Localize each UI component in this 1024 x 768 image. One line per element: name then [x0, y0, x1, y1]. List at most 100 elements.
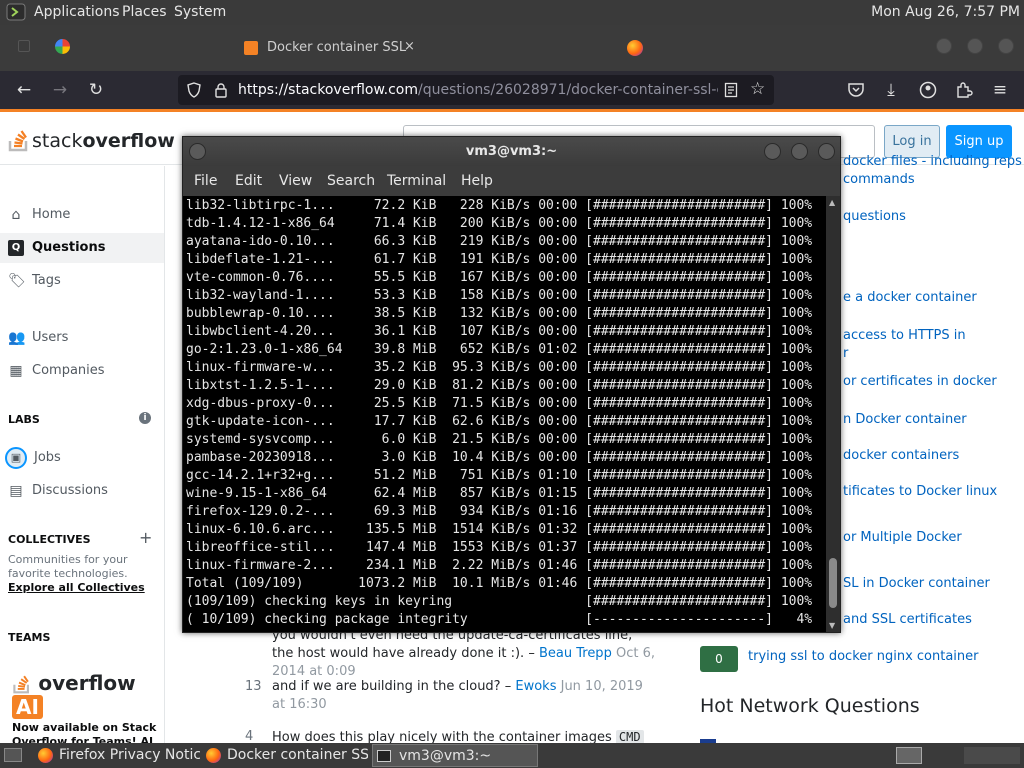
system-menu[interactable]: System [174, 4, 226, 20]
bookmark-star-icon[interactable]: ☆ [750, 79, 765, 99]
nav-companies[interactable]: ▦ Companies [0, 356, 164, 386]
related-link[interactable]: e a docker container [843, 289, 977, 307]
menu-file[interactable]: File [194, 173, 217, 189]
distro-logo-icon[interactable] [6, 3, 26, 21]
places-menu[interactable]: Places [122, 4, 167, 20]
related-link[interactable]: r [843, 345, 848, 363]
window-close-button[interactable] [998, 38, 1014, 54]
window-maximize-button[interactable] [967, 38, 983, 54]
comment-body: you wouldn't even need the update-ca-cer… [272, 627, 657, 681]
applications-menu[interactable]: Applications [34, 4, 120, 20]
clock[interactable]: Mon Aug 26, 7:57 PM [871, 4, 1020, 20]
lock-icon[interactable] [214, 82, 228, 98]
workspace-switcher-empty[interactable] [964, 747, 1020, 764]
briefcase-icon: ▣ [5, 447, 27, 469]
shield-icon[interactable] [186, 82, 202, 98]
left-sidebar: ⌂ Home Q Questions 🏷 Tags 👥 Users ▦ Companies… [0, 166, 165, 743]
labs-heading: LABS [8, 413, 40, 426]
show-desktop-icon[interactable] [4, 748, 22, 762]
terminal-menu-button[interactable] [189, 143, 206, 160]
reload-icon[interactable]: ↻ [86, 80, 106, 100]
url-text[interactable]: https://stackoverflow.com/questions/2602… [238, 82, 718, 98]
add-collective-icon[interactable]: + [139, 528, 152, 547]
comment-text: and if we are building in the cloud? – [272, 679, 512, 694]
hamburger-menu-icon[interactable]: ≡ [990, 80, 1010, 100]
scroll-up-icon[interactable]: ▲ [829, 198, 835, 207]
terminal-scrollbar[interactable]: ▲ ▼ [826, 196, 840, 632]
nav-jobs[interactable]: ▣ Jobs [0, 443, 164, 473]
related-link[interactable]: docker files - including reps [843, 153, 1022, 171]
window-minimize-button[interactable] [936, 38, 952, 54]
related-link[interactable]: or Multiple Docker [843, 529, 962, 547]
stackoverflow-logo[interactable]: stackoverflow [8, 126, 175, 152]
taskbar-firefox-privacy[interactable]: Firefox Privacy Notic... [38, 744, 200, 767]
related-link[interactable]: SL in Docker container [843, 575, 990, 593]
nav-tags[interactable]: 🏷 Tags [0, 266, 164, 296]
related-link[interactable]: access to HTTPS in [843, 327, 966, 345]
taskbar-docker-container[interactable]: Docker container SS... [206, 744, 368, 767]
terminal-line: xdg-dbus-proxy-0... 25.5 KiB 71.5 KiB/s … [186, 396, 813, 411]
menu-terminal[interactable]: Terminal [387, 173, 446, 189]
terminal-titlebar[interactable]: vm3@vm3:~ [183, 137, 840, 166]
comment-body: and if we are building in the cloud? – E… [272, 678, 657, 714]
firefox-icon [627, 40, 643, 56]
nav-discussions[interactable]: ▤ Discussions [0, 476, 164, 506]
nav-home-label: Home [32, 207, 71, 222]
menu-help[interactable]: Help [461, 173, 493, 189]
terminal-line: linux-firmware-w... 35.2 KiB 95.3 KiB/s … [186, 360, 813, 375]
explore-collectives-link[interactable]: Explore all Collectives [8, 581, 145, 594]
related-link[interactable]: questions [843, 208, 906, 226]
terminal-line: libxtst-1.2.5-1-... 29.0 KiB 81.2 KiB/s … [186, 378, 813, 393]
menu-view[interactable]: View [279, 173, 312, 189]
reader-view-icon[interactable] [724, 82, 738, 98]
workspace-switcher-icon[interactable] [896, 747, 922, 764]
terminal-line: linux-firmware-2... 234.1 MiB 2.22 MiB/s… [186, 558, 813, 573]
tab-close-icon[interactable]: × [404, 39, 415, 54]
account-icon[interactable] [919, 81, 937, 99]
terminal-output[interactable]: lib32-libtirpc-1... 72.2 KiB 228 KiB/s 0… [183, 196, 826, 632]
browser-nav-bar: ← → ↻ https://stackoverflow.com/question… [0, 71, 1024, 109]
browser-tab-strip: Docker container SSL × [0, 25, 1024, 71]
downloads-icon[interactable]: ⤓ [881, 80, 901, 100]
related-link[interactable]: docker containers [843, 447, 959, 465]
terminal-line: lib32-libtirpc-1... 72.2 KiB 228 KiB/s 0… [186, 198, 813, 213]
terminal-maximize-button[interactable] [791, 143, 808, 160]
scroll-down-icon[interactable]: ▼ [829, 621, 835, 630]
menu-search[interactable]: Search [327, 173, 375, 189]
related-link[interactable]: trying ssl to docker nginx container [748, 648, 979, 666]
info-icon[interactable]: i [139, 412, 151, 424]
teams-heading: TEAMS [8, 631, 51, 644]
nav-questions[interactable]: Q Questions [0, 233, 164, 263]
overflow-ai-logo[interactable]: overflow AI [12, 671, 164, 719]
menu-edit[interactable]: Edit [235, 173, 262, 189]
tab-overview-icon[interactable] [18, 40, 30, 52]
terminal-window[interactable]: vm3@vm3:~ File Edit View Search Terminal… [182, 136, 841, 633]
terminal-title: vm3@vm3:~ [465, 144, 558, 159]
related-link[interactable]: n Docker container [843, 411, 967, 429]
scrollbar-thumb[interactable] [829, 558, 837, 608]
url-host: https://stackoverflow.com [238, 82, 418, 98]
taskbar-label: Docker container SS... [227, 747, 368, 763]
related-link[interactable]: and SSL certificates [843, 611, 972, 629]
address-bar[interactable]: https://stackoverflow.com/questions/2602… [178, 75, 774, 105]
related-link[interactable]: or certificates in docker [843, 373, 997, 391]
pocket-icon[interactable] [847, 81, 865, 99]
taskbar-terminal[interactable]: vm3@vm3:~ [372, 744, 538, 767]
related-link[interactable]: commands [843, 171, 915, 189]
forward-arrow-icon[interactable]: → [50, 80, 70, 100]
terminal-minimize-button[interactable] [764, 143, 781, 160]
companies-icon: ▦ [9, 363, 23, 379]
terminal-line: bubblewrap-0.10.... 38.5 KiB 132 KiB/s 0… [186, 306, 813, 321]
terminal-line: firefox-129.0.2-... 69.3 MiB 934 KiB/s 0… [186, 504, 813, 519]
extensions-icon[interactable] [955, 81, 973, 99]
terminal-close-button[interactable] [818, 143, 835, 160]
back-arrow-icon[interactable]: ← [14, 80, 34, 100]
terminal-line: tdb-1.4.12-1-x86_64 71.4 KiB 200 KiB/s 0… [186, 216, 813, 231]
nav-users[interactable]: 👥 Users [0, 323, 164, 353]
comment-text: How does this play nicely with the conta… [272, 730, 612, 743]
comment-user-link[interactable]: Ewoks [515, 679, 556, 694]
nav-home[interactable]: ⌂ Home [0, 200, 164, 230]
google-tab-favicon-icon[interactable] [55, 39, 70, 54]
related-link[interactable]: tificates to Docker linux [843, 483, 997, 501]
comment-user-link[interactable]: Beau Trepp [539, 646, 612, 661]
